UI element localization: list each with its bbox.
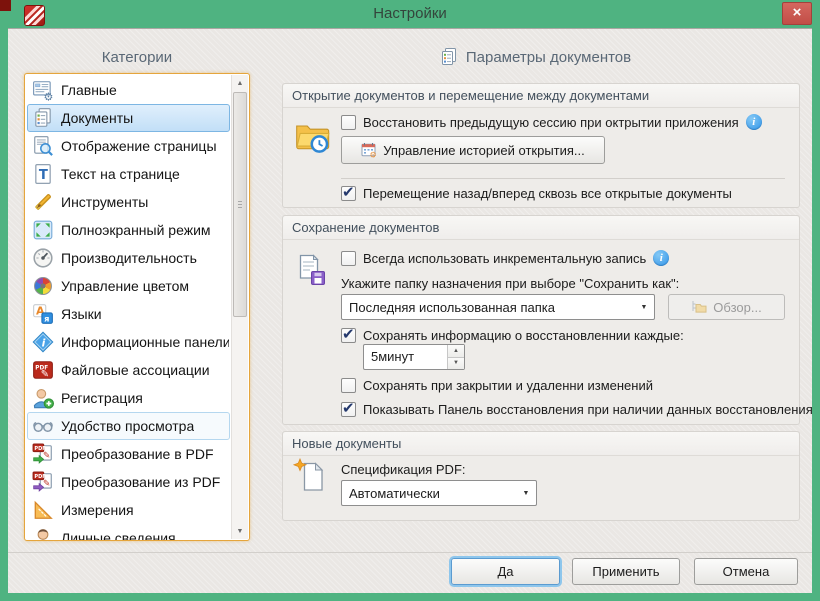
page-text-icon: T [32, 163, 54, 185]
svg-text:PDF: PDF [34, 446, 46, 452]
group-saving: Сохранение документов Всегда использоват… [282, 215, 800, 425]
new-document-icon [293, 458, 329, 499]
scroll-down-icon[interactable] [232, 523, 248, 539]
info-icon[interactable] [653, 250, 669, 266]
spin-down-icon[interactable] [448, 358, 464, 370]
sidebar-item-documents[interactable]: Документы [27, 104, 230, 132]
browse-button[interactable]: Обзор... [668, 294, 785, 320]
incremental-save-checkbox-row[interactable]: Всегда использовать инкрементальную запи… [341, 250, 669, 266]
svg-text:T: T [39, 168, 48, 183]
document-options-icon [439, 47, 459, 67]
svg-text:✎: ✎ [41, 369, 49, 380]
sidebar-item-file-associations[interactable]: PDF✎ Файловые ассоциации [27, 356, 230, 384]
performance-icon [32, 247, 54, 269]
settings-dialog: Настройки Категории ⚙ Главные Документы … [0, 0, 820, 601]
group-opening-title: Открытие документов и перемещение между … [283, 84, 799, 108]
sidebar-item-registration[interactable]: Регистрация [27, 384, 230, 412]
save-document-icon [293, 252, 329, 293]
pdf-spec-label: Спецификация PDF: [341, 462, 466, 477]
panel-header-label: Параметры документов [466, 49, 631, 66]
chevron-down-icon[interactable] [634, 304, 654, 311]
svg-text:✎: ✎ [43, 479, 50, 489]
sidebar-item-tools[interactable]: Инструменты [27, 188, 230, 216]
title-bar[interactable]: Настройки [0, 0, 820, 28]
convert-to-pdf-icon: ✎PDF [32, 443, 54, 465]
pdf-spec-select[interactable]: Автоматически [341, 480, 537, 506]
scroll-up-icon[interactable] [232, 75, 248, 91]
sidebar-item-accessibility[interactable]: Удобство просмотра [27, 412, 230, 440]
categories-header: Категории [24, 49, 250, 66]
page-display-icon [32, 135, 54, 157]
sidebar-item-page-display[interactable]: Отображение страницы [27, 132, 230, 160]
info-icon[interactable] [746, 114, 762, 130]
folder-history-icon [293, 116, 331, 159]
group-saving-title: Сохранение документов [283, 216, 799, 240]
group-opening: Открытие документов и перемещение между … [282, 83, 800, 208]
fullscreen-icon [32, 219, 54, 241]
spin-up-icon[interactable] [448, 345, 464, 358]
svg-text:PDF: PDF [34, 474, 46, 480]
footer-divider [8, 552, 812, 553]
show-recovery-bar-checkbox[interactable] [341, 402, 356, 417]
show-recovery-bar-checkbox-row[interactable]: Показывать Панель восстановления при нал… [341, 402, 813, 417]
autosave-interval-stepper[interactable]: 5минут [363, 344, 465, 370]
sidebar-item-convert-from-pdf[interactable]: ✎PDF Преобразование из PDF [27, 468, 230, 496]
sidebar-item-performance[interactable]: Производительность [27, 244, 230, 272]
sidebar-item-general[interactable]: ⚙ Главные [27, 76, 230, 104]
scrollbar-thumb[interactable] [233, 92, 247, 317]
group-new-documents: Новые документы Спецификация PDF: Автома… [282, 431, 800, 521]
documents-icon [32, 107, 54, 129]
color-management-icon [32, 275, 54, 297]
navigation-checkbox[interactable] [341, 186, 356, 201]
measurement-icon [32, 499, 54, 521]
sidebar-item-fullscreen[interactable]: Полноэкранный режим [27, 216, 230, 244]
group-new-documents-title: Новые документы [283, 432, 799, 456]
destination-folder-label: Укажите папку назначения при выборе "Сох… [341, 276, 679, 291]
window-title: Настройки [0, 5, 820, 22]
restore-session-checkbox[interactable] [341, 115, 356, 130]
autosave-checkbox-row[interactable]: Сохранять информацию о восстановленнии к… [341, 328, 684, 343]
navigation-checkbox-row[interactable]: Перемещение назад/вперед сквозь все откр… [341, 186, 732, 201]
category-list[interactable]: ⚙ Главные Документы Отображение страницы… [24, 73, 250, 541]
category-scrollbar[interactable] [231, 75, 248, 539]
svg-text:я: я [44, 313, 49, 323]
sidebar-item-identity[interactable]: Личные сведения [27, 524, 230, 541]
identity-icon [32, 527, 54, 541]
svg-text:i: i [42, 336, 46, 349]
ok-button[interactable]: Да [451, 558, 560, 585]
autosave-checkbox[interactable] [341, 328, 356, 343]
tools-icon [32, 191, 54, 213]
save-on-close-checkbox[interactable] [341, 378, 356, 393]
sidebar-item-languages[interactable]: Aя Языки [27, 300, 230, 328]
document-info-panels-icon: i [32, 331, 54, 353]
svg-text:⚙: ⚙ [370, 151, 377, 159]
dialog-body: Категории ⚙ Главные Документы Отображени… [8, 28, 812, 593]
manage-history-button[interactable]: ⚙ Управление историей открытия... [341, 136, 605, 164]
general-settings-icon: ⚙ [32, 79, 54, 101]
restore-session-checkbox-row[interactable]: Восстановить предыдущую сессию при октры… [341, 114, 762, 130]
close-icon[interactable] [782, 2, 812, 25]
file-associations-icon: PDF✎ [32, 359, 54, 381]
save-on-close-checkbox-row[interactable]: Сохранять при закрытии и удаленни измене… [341, 378, 653, 393]
sidebar-item-convert-to-pdf[interactable]: ✎PDF Преобразование в PDF [27, 440, 230, 468]
cancel-button[interactable]: Отмена [694, 558, 798, 585]
browse-folder-icon [691, 299, 707, 315]
chevron-down-icon[interactable] [516, 490, 536, 497]
destination-folder-select[interactable]: Последняя использованная папка [341, 294, 655, 320]
registration-icon [32, 387, 54, 409]
sidebar-item-color-management[interactable]: Управление цветом [27, 272, 230, 300]
divider [341, 178, 785, 179]
accessibility-icon [32, 415, 54, 437]
panel-header: Параметры документов [270, 47, 800, 67]
languages-icon: Aя [32, 303, 54, 325]
incremental-save-checkbox[interactable] [341, 251, 356, 266]
sidebar-item-document-info-panels[interactable]: i Информационные панели док [27, 328, 230, 356]
calendar-gear-icon: ⚙ [361, 142, 377, 158]
apply-button[interactable]: Применить [572, 558, 680, 585]
convert-from-pdf-icon: ✎PDF [32, 471, 54, 493]
svg-text:⚙: ⚙ [44, 90, 54, 101]
svg-text:✎: ✎ [43, 451, 50, 461]
sidebar-item-page-text[interactable]: T Текст на странице [27, 160, 230, 188]
sidebar-item-measurement[interactable]: Измерения [27, 496, 230, 524]
